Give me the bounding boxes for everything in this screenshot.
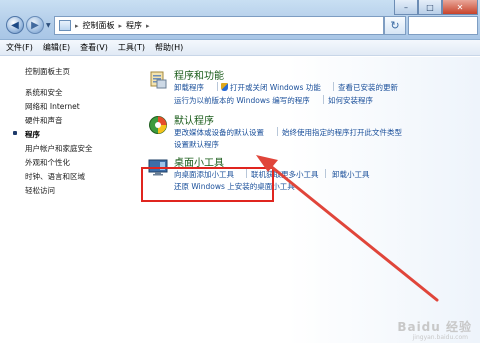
annotation-arrow-icon	[256, 155, 439, 302]
baidu-watermark-url: jingyan.baidu.com	[412, 334, 468, 341]
baidu-watermark: Baidu 经验	[397, 320, 472, 334]
